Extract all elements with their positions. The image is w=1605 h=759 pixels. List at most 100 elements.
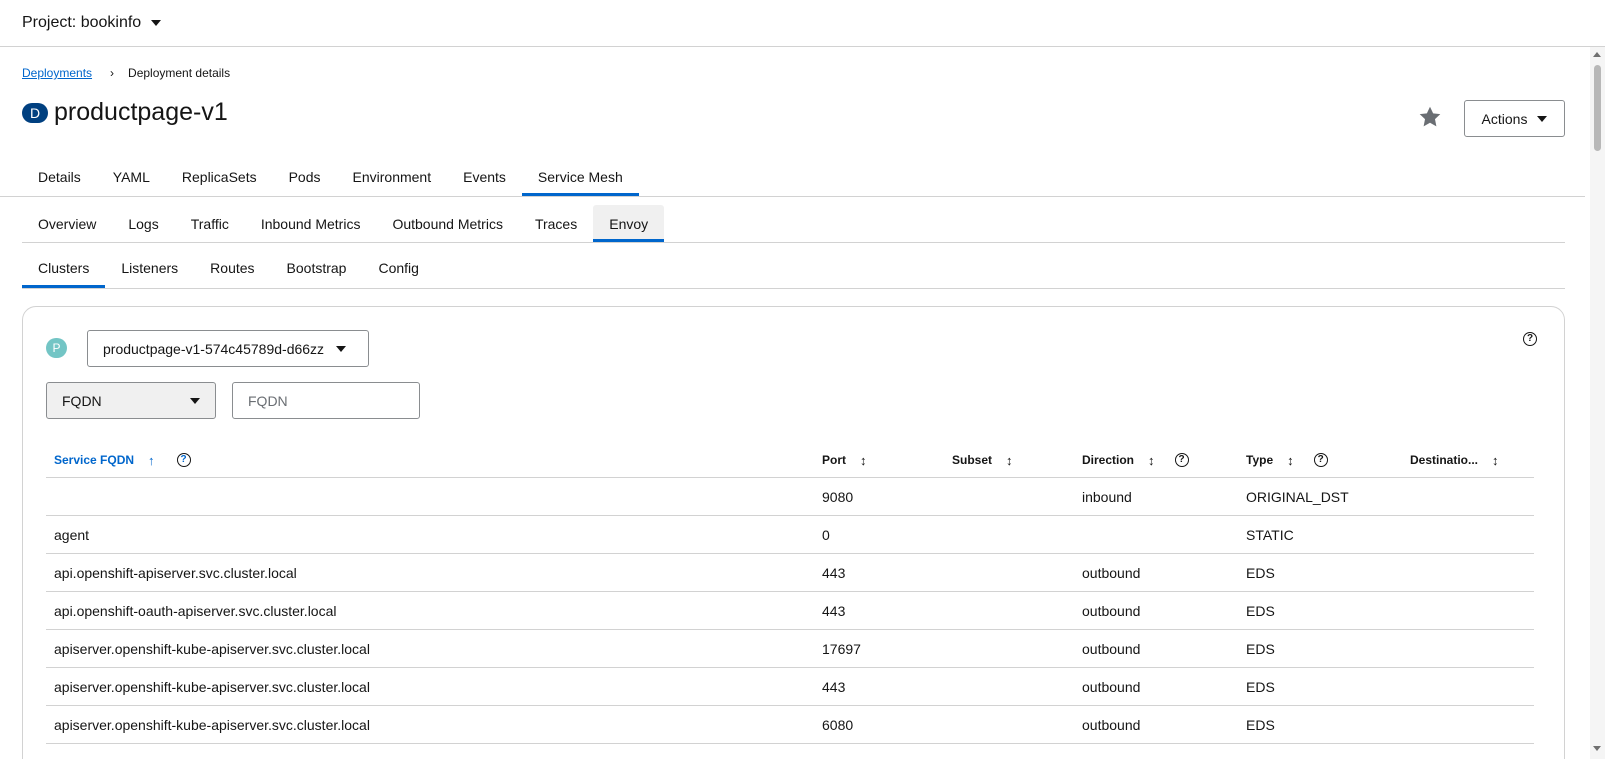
cell-fqdn: apiserver.openshift-kube-apiserver.svc.c… [54,641,370,657]
caret-down-icon [151,20,162,26]
mesh-tab-inbound-metrics[interactable]: Inbound Metrics [245,205,377,242]
resource-tabs: Details YAML ReplicaSets Pods Environment Eve… [22,158,639,196]
cell-type: STATIC [1246,527,1294,543]
envoy-tabs: Clusters Listeners Routes Bootstrap Config [22,248,435,288]
mesh-tab-traffic[interactable]: Traffic [175,205,245,242]
page-header: D productpage-v1 [22,98,228,127]
cell-type: EDS [1246,641,1275,657]
cell-direction: outbound [1082,641,1141,657]
tab-pods[interactable]: Pods [273,158,337,196]
caret-down-icon [1537,115,1548,122]
cell-direction: outbound [1082,717,1141,733]
sort-icon: ↕ [1006,452,1013,468]
column-label: Type [1246,453,1274,467]
cell-port: 6080 [822,717,854,733]
cell-fqdn: apiserver.openshift-kube-apiserver.svc.c… [54,717,370,733]
fqdn-filter-input[interactable]: FQDN [232,382,420,419]
cell-port: 443 [822,603,846,619]
deployment-badge: D [22,102,48,123]
cell-direction: outbound [1082,679,1141,695]
help-icon[interactable]: ? [1174,453,1189,467]
table-row[interactable]: 9080 inbound ORIGINAL_DST [46,478,1534,516]
table-row[interactable]: agent 0 STATIC [46,516,1534,554]
mesh-tab-logs[interactable]: Logs [112,205,174,242]
actions-label: Actions [1481,110,1528,127]
envoy-tab-listeners[interactable]: Listeners [105,248,194,288]
help-icon[interactable]: ? [176,453,191,467]
cell-port: 443 [822,679,846,695]
breadcrumb: Deployments › Deployment details [22,66,230,80]
pod-select-value: productpage-v1-574c45789d-d66zz [103,340,325,357]
pod-badge: P [46,338,67,358]
tab-events[interactable]: Events [447,158,522,196]
cell-direction: inbound [1082,489,1132,505]
help-icon[interactable]: ? [1313,453,1328,467]
column-header-service-fqdn[interactable]: Service FQDN ↑ ? [54,442,191,478]
cell-direction: outbound [1082,603,1141,619]
mesh-tab-envoy[interactable]: Envoy [593,205,665,242]
envoy-tab-bootstrap[interactable]: Bootstrap [271,248,363,288]
cell-port: 443 [822,565,846,581]
actions-button[interactable]: Actions [1464,100,1565,137]
cell-port: 0 [822,527,830,543]
mesh-tab-overview[interactable]: Overview [22,205,112,242]
table-row[interactable]: apiserver.openshift-kube-apiserver.svc.c… [46,668,1534,706]
column-label: Port [822,453,846,467]
help-icon[interactable]: ? [1523,332,1537,346]
table-row[interactable]: apiserver.openshift-kube-apiserver.svc.c… [46,706,1534,744]
project-selector[interactable]: Project: bookinfo [0,0,1605,47]
cell-type: EDS [1246,565,1275,581]
mesh-tab-outbound-metrics[interactable]: Outbound Metrics [376,205,519,242]
scroll-down-icon[interactable] [1593,746,1601,751]
column-header-subset[interactable]: Subset ↕ [952,442,1013,478]
project-label: Project: bookinfo [22,14,142,31]
tabs-divider [0,196,1585,197]
caret-down-icon [190,397,200,404]
sort-icon: ↕ [860,452,867,468]
tab-replicasets[interactable]: ReplicaSets [166,158,273,196]
cell-direction: outbound [1082,565,1141,581]
tab-environment[interactable]: Environment [337,158,448,196]
column-header-type[interactable]: Type ↕ ? [1246,442,1328,478]
chevron-right-icon: › [110,66,115,80]
cell-type: EDS [1246,717,1275,733]
sort-icon: ↕ [1287,452,1294,468]
tab-yaml[interactable]: YAML [97,158,166,196]
breadcrumb-current: Deployment details [128,66,231,80]
cell-fqdn: agent [54,527,90,543]
cell-fqdn: apiserver.openshift-kube-apiserver.svc.c… [54,679,370,695]
page-title: productpage-v1 [54,98,228,126]
star-icon[interactable] [1417,104,1443,130]
envoy-tab-routes[interactable]: Routes [194,248,270,288]
envoy-tab-config[interactable]: Config [362,248,434,288]
table-row[interactable]: api.openshift-apiserver.svc.cluster.loca… [46,554,1534,592]
envoy-tabs-divider [22,288,1565,289]
clusters-table: Service FQDN ↑ ? Port ↕ Subset ↕ Directi… [46,442,1534,744]
filter-field-select[interactable]: FQDN [46,382,216,419]
column-header-direction[interactable]: Direction ↕ ? [1082,442,1189,478]
cell-type: EDS [1246,603,1275,619]
column-label: Subset [952,453,993,467]
cell-fqdn: api.openshift-oauth-apiserver.svc.cluste… [54,603,337,619]
table-row[interactable]: apiserver.openshift-kube-apiserver.svc.c… [46,630,1534,668]
sort-icon: ↕ [1148,452,1155,468]
tab-service-mesh[interactable]: Service Mesh [521,158,639,196]
breadcrumb-deployments-link[interactable]: Deployments [22,66,92,80]
column-label: Direction [1082,453,1135,467]
scrollbar-thumb[interactable] [1594,65,1601,151]
fqdn-filter-placeholder: FQDN [248,392,288,409]
pod-select[interactable]: productpage-v1-574c45789d-d66zz [87,330,369,367]
mesh-tab-traces[interactable]: Traces [519,205,593,242]
table-row[interactable]: api.openshift-oauth-apiserver.svc.cluste… [46,592,1534,630]
mesh-tabs-divider [22,242,1565,243]
envoy-tab-clusters[interactable]: Clusters [22,248,106,288]
column-header-destination[interactable]: Destinatio... ↕ [1410,442,1499,478]
tab-details[interactable]: Details [22,158,97,196]
column-header-port[interactable]: Port ↕ [822,442,867,478]
sort-asc-icon: ↑ [148,452,155,468]
page-scrollbar[interactable] [1590,47,1605,759]
sort-icon: ↕ [1492,452,1499,468]
cell-port: 9080 [822,489,854,505]
scroll-up-icon[interactable] [1593,52,1601,57]
cell-type: EDS [1246,679,1275,695]
